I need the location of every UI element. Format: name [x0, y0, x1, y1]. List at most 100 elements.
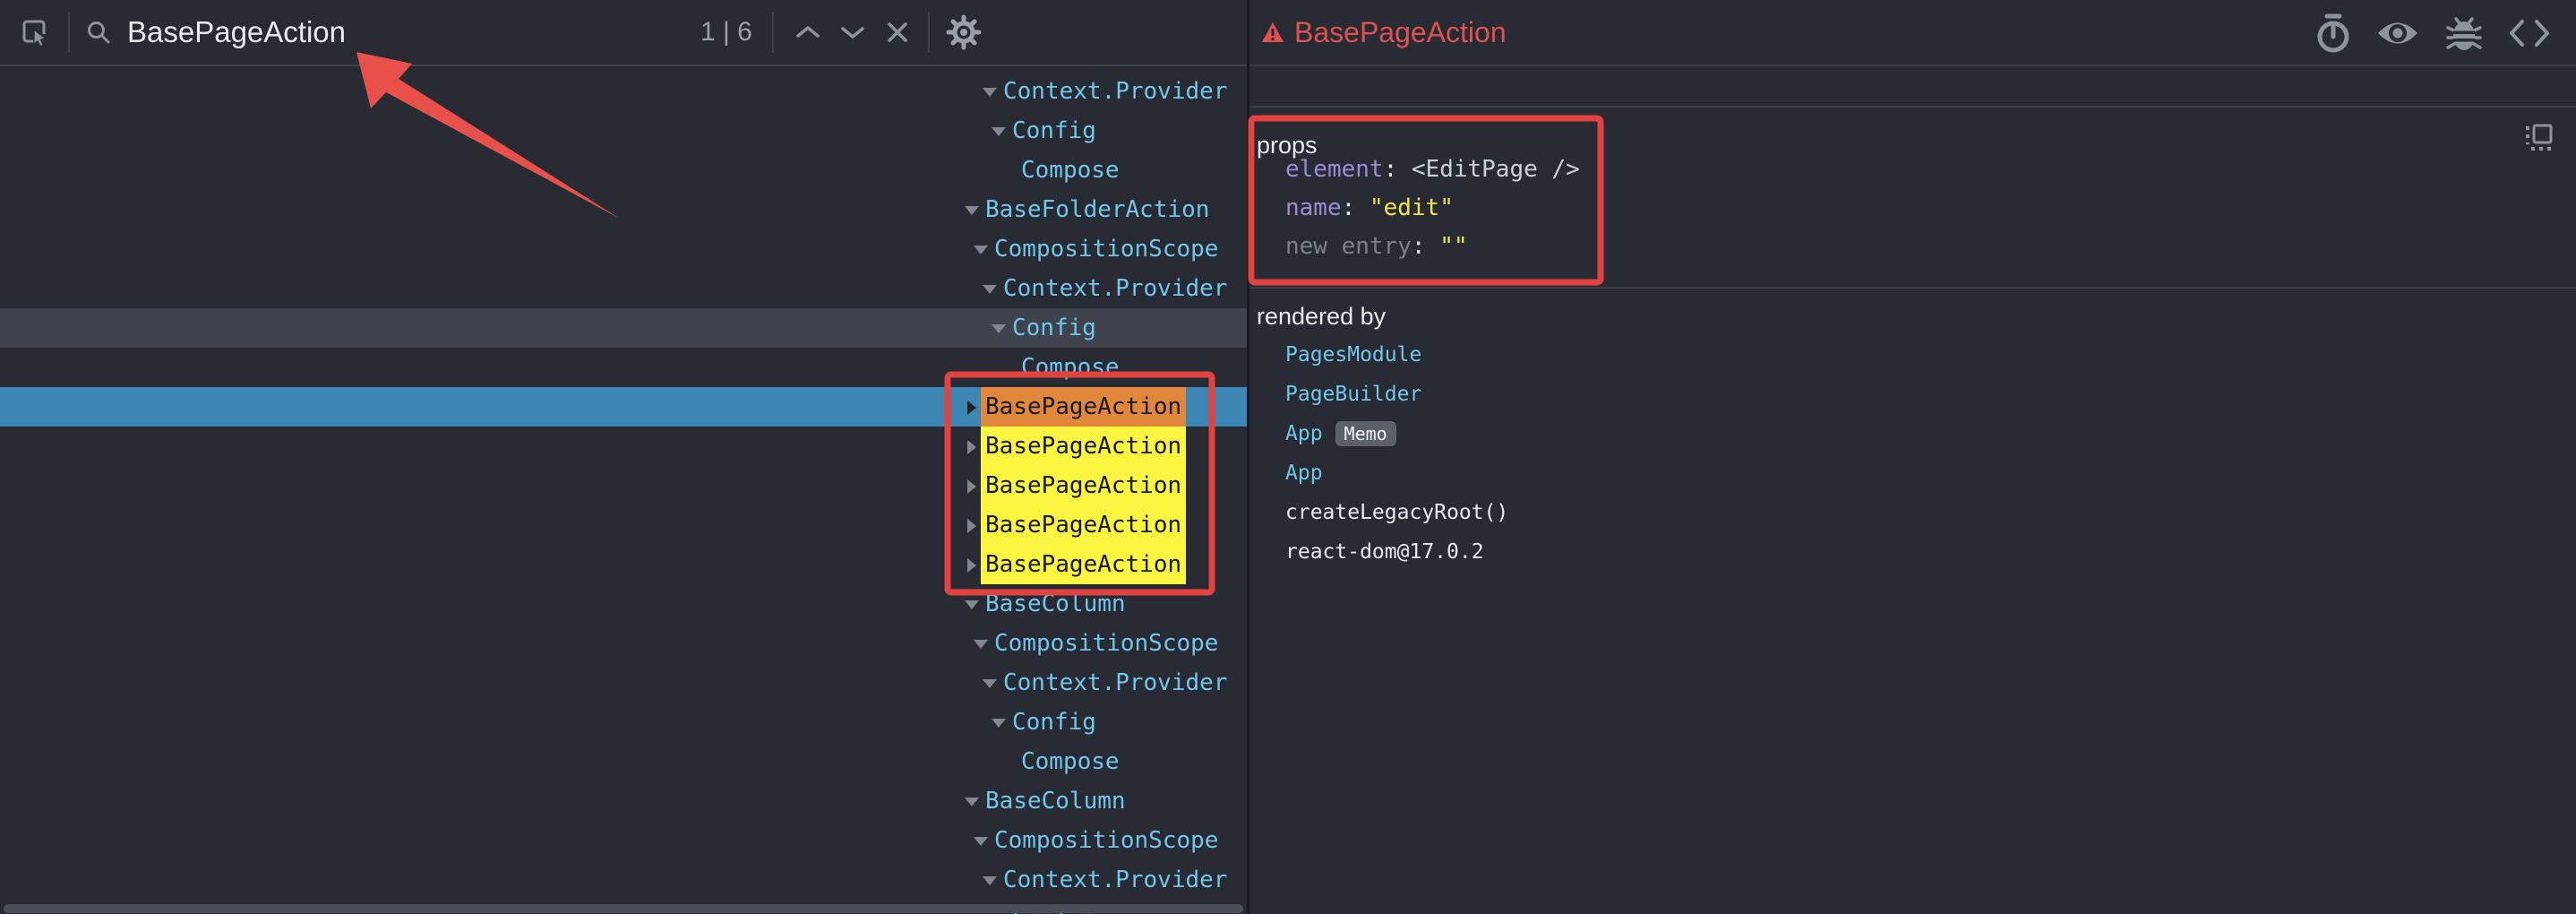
chevron-down-icon[interactable]: [973, 636, 987, 651]
spacer: [1397, 156, 1412, 183]
tree-row[interactable]: BaseColumn: [0, 584, 1247, 624]
prop-row[interactable]: name: "edit": [1285, 188, 1454, 227]
rendered-by-label: rendered by: [1257, 303, 1386, 331]
tree-row[interactable]: BaseColumn: [0, 781, 1247, 821]
component-name: Compose: [1021, 742, 1120, 781]
tree-row[interactable]: Compose: [0, 151, 1247, 190]
chevron-down-icon[interactable]: [991, 321, 1005, 335]
bug-icon[interactable]: [2443, 13, 2485, 53]
details-subbar: [1249, 68, 2576, 108]
prop-row[interactable]: new entry: "": [1285, 227, 1468, 265]
chevron-down-icon[interactable]: [973, 242, 987, 256]
search-icon: [86, 20, 111, 45]
rendered-by-owner-link[interactable]: PageBuilder: [1285, 375, 1421, 414]
rendered-by-root-item: react-dom@17.0.2: [1285, 532, 1484, 572]
component-name: BaseColumn: [985, 781, 1126, 821]
component-name: Context.Provider: [1003, 72, 1227, 111]
chevron-down-icon[interactable]: [964, 597, 978, 611]
arrow-spacer: [1000, 360, 1014, 375]
spacer: [1426, 233, 1440, 260]
component-name: Context.Provider: [1003, 860, 1227, 900]
tree-row[interactable]: Config: [0, 703, 1247, 742]
profiler-timer-icon[interactable]: [2314, 13, 2352, 53]
chevron-down-icon[interactable]: [964, 794, 978, 808]
chevron-down-icon[interactable]: [982, 84, 996, 99]
arrow-spacer: [1000, 163, 1014, 177]
tree-row[interactable]: Context.Provider: [0, 663, 1247, 703]
chevron-right-icon[interactable]: [964, 479, 978, 493]
rendered-by-item-label: App: [1285, 461, 1323, 485]
gear-icon[interactable]: [946, 14, 982, 50]
chevron-down-icon[interactable]: [991, 124, 1005, 138]
eye-icon[interactable]: [2375, 18, 2420, 48]
prop-value[interactable]: "": [1439, 233, 1467, 260]
component-name: Context.Provider: [1003, 269, 1227, 308]
chevron-right-icon[interactable]: [964, 557, 978, 572]
toolbar-divider: [68, 12, 70, 53]
component-name: CompositionScope: [994, 229, 1218, 269]
rendered-by-section: rendered by PagesModulePageBuilderAppMem…: [1249, 290, 2576, 914]
component-name: Config: [1012, 703, 1096, 742]
tree-row[interactable]: BaseFolderAction: [0, 190, 1247, 229]
chevron-down-icon[interactable]: [982, 873, 996, 887]
tree-row[interactable]: BasePageAction: [0, 427, 1247, 466]
search-input[interactable]: [127, 15, 700, 49]
next-result-button[interactable]: [835, 23, 871, 41]
horizontal-scrollbar[interactable]: [4, 904, 1243, 913]
chevron-right-icon[interactable]: [964, 439, 978, 453]
rendered-by-owner-link[interactable]: App: [1285, 453, 1323, 493]
chevron-right-icon[interactable]: [964, 518, 978, 532]
prop-row[interactable]: element: <EditPage />: [1285, 150, 1580, 188]
previous-result-button[interactable]: [790, 23, 826, 41]
selected-component-title: BasePageAction: [1294, 16, 1507, 49]
prop-separator: :: [1342, 194, 1356, 221]
rendered-by-item-label: createLegacyRoot(): [1285, 501, 1508, 524]
components-panel: 1 | 6: [0, 0, 1247, 914]
toolbar-divider: [772, 12, 774, 53]
components-toolbar: 1 | 6: [0, 0, 1247, 66]
inspect-element-icon[interactable]: [20, 17, 50, 47]
expand-panel-icon[interactable]: [2522, 122, 2555, 159]
component-name: Config: [1012, 308, 1096, 348]
component-name: CompositionScope: [994, 624, 1218, 663]
tree-row[interactable]: BasePageAction: [0, 505, 1247, 545]
tree-row[interactable]: BasePageAction: [0, 545, 1247, 584]
tree-row[interactable]: Config: [0, 308, 1247, 348]
rendered-by-owner-link[interactable]: PagesModule: [1285, 335, 1421, 375]
tree-row[interactable]: BasePageAction: [0, 466, 1247, 505]
tree-row[interactable]: CompositionScope: [0, 821, 1247, 860]
chevron-down-icon[interactable]: [982, 676, 996, 690]
chevron-down-icon[interactable]: [991, 715, 1005, 729]
spacer: [1355, 194, 1370, 221]
tree-row[interactable]: Compose: [0, 348, 1247, 387]
chevron-down-icon[interactable]: [964, 203, 978, 217]
tree-row[interactable]: CompositionScope: [0, 229, 1247, 269]
tree-row[interactable]: Compose: [0, 742, 1247, 781]
rendered-by-owner-link[interactable]: AppMemo: [1285, 414, 1396, 453]
tree-row[interactable]: BasePageAction: [0, 387, 1247, 427]
component-name: Context.Provider: [1003, 663, 1227, 703]
arrow-spacer: [1000, 754, 1014, 769]
chevron-down-icon[interactable]: [973, 833, 987, 848]
prop-value[interactable]: "edit": [1370, 194, 1454, 221]
memo-badge: Memo: [1335, 421, 1396, 446]
prop-value[interactable]: <EditPage />: [1412, 156, 1580, 183]
view-source-icon[interactable]: [2508, 20, 2551, 47]
details-header: BasePageAction: [1249, 0, 2576, 66]
tree-row[interactable]: Context.Provider: [0, 269, 1247, 308]
prop-separator: :: [1412, 233, 1426, 260]
chevron-right-icon[interactable]: [964, 400, 978, 414]
details-panel: BasePageAction: [1249, 0, 2576, 914]
warning-triangle-icon: [1262, 22, 1284, 42]
search-result-count: 1 | 6: [700, 17, 752, 47]
tree-row[interactable]: Config: [0, 111, 1247, 151]
clear-search-button[interactable]: [880, 21, 915, 44]
tree-row[interactable]: Context.Provider: [0, 860, 1247, 900]
chevron-down-icon[interactable]: [982, 281, 996, 296]
component-name: BasePageAction: [981, 505, 1186, 545]
rendered-by-item-label: react-dom@17.0.2: [1285, 540, 1484, 564]
tree-row[interactable]: CompositionScope: [0, 624, 1247, 663]
rendered-by-root-item: createLegacyRoot(): [1285, 493, 1508, 532]
inspect-element-glyph: [20, 17, 50, 47]
tree-row[interactable]: Context.Provider: [0, 72, 1247, 111]
